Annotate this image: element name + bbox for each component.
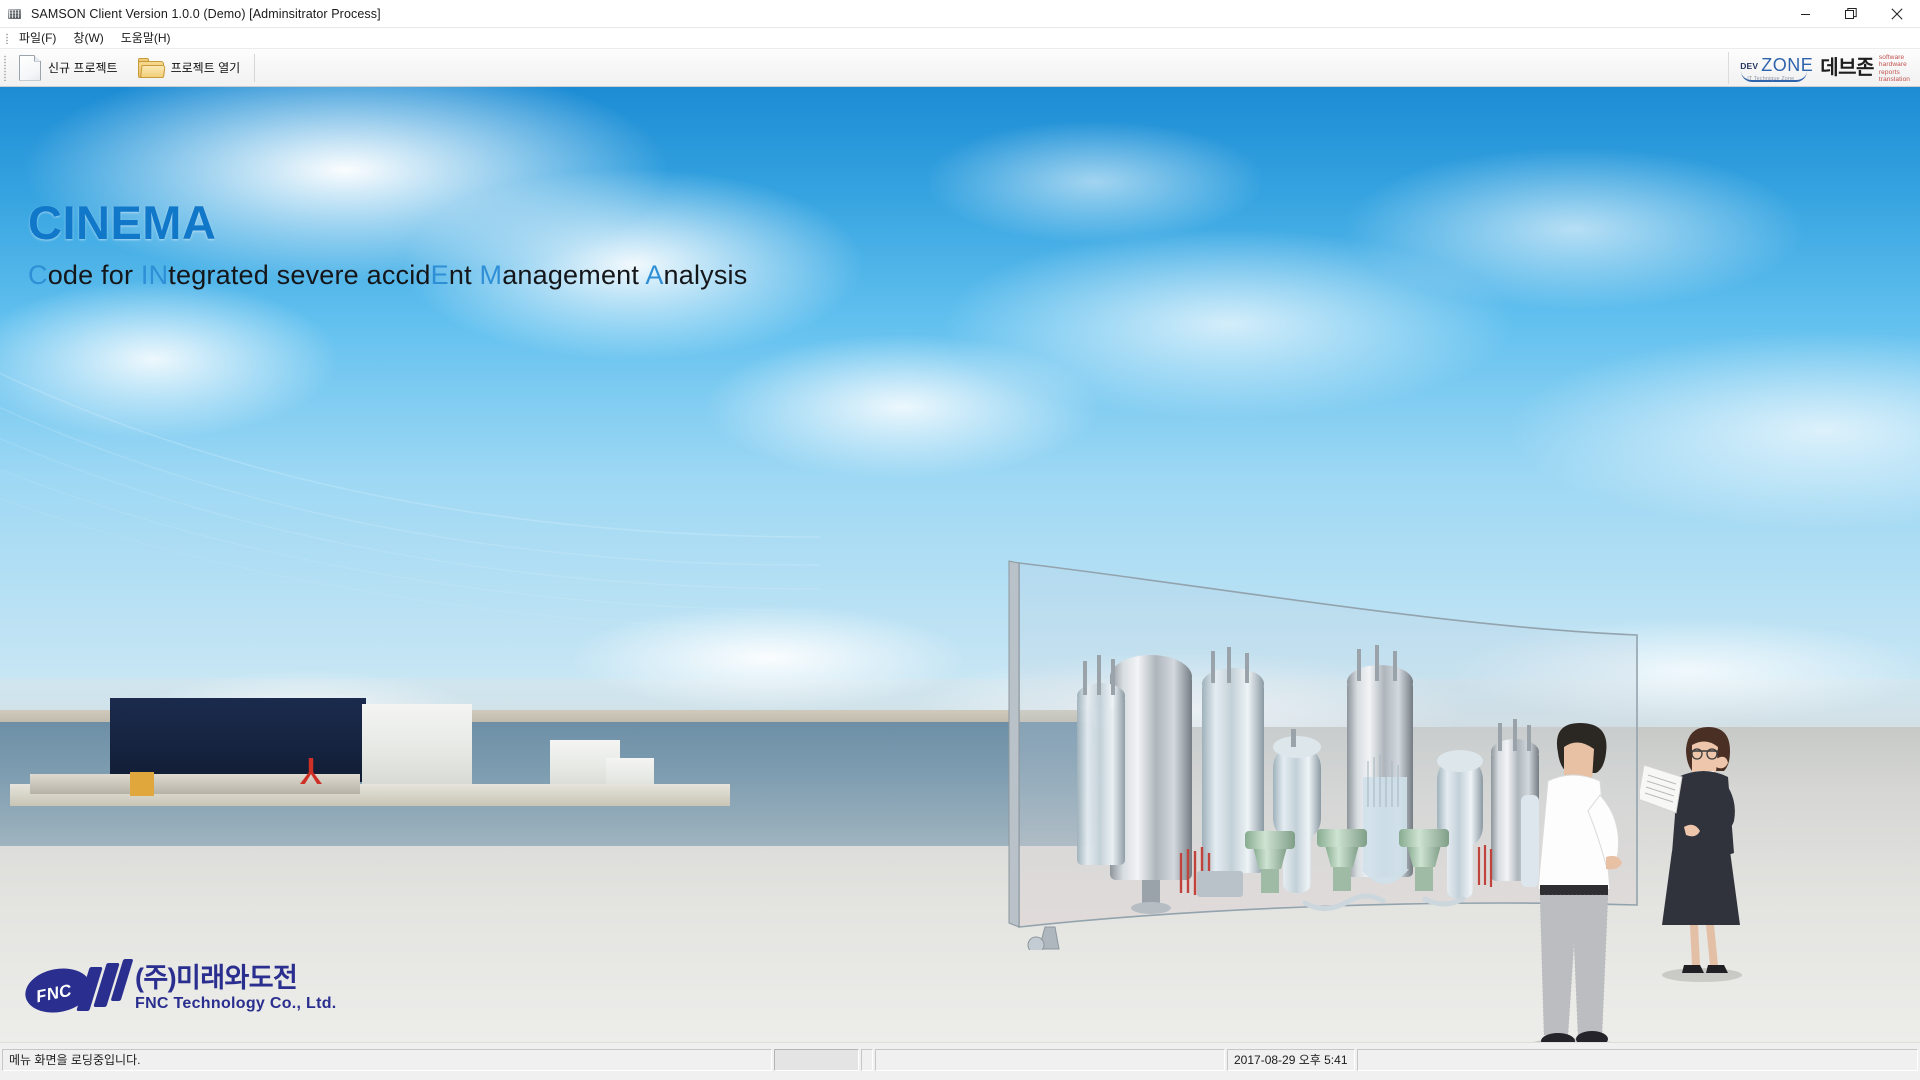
menu-help[interactable]: 도움말(H) <box>113 28 180 49</box>
leg <box>1690 925 1700 965</box>
toolbar-grip-icon[interactable] <box>0 49 9 87</box>
auxiliary-building <box>362 704 472 784</box>
company-name-block: (주)미래와도전 FNC Technology Co., Ltd. <box>135 963 337 1013</box>
subtitle-text: ode for <box>47 260 141 290</box>
service-structures <box>30 774 360 794</box>
skirt <box>1662 851 1740 925</box>
hand <box>1606 855 1622 870</box>
devzone-mark-icon: DEV ZONE IT Technique Zone <box>1739 54 1815 82</box>
brand-heading: CINEMA Code for INtegrated severe accidE… <box>28 197 747 292</box>
menu-bar: 파일(F) 창(W) 도움말(H) <box>0 28 1920 49</box>
status-timestamp: 2017-08-29 오후 5:41 <box>1227 1048 1355 1071</box>
subtitle-accent: C <box>28 260 48 290</box>
devzone-dev-text: DEV <box>1740 61 1759 71</box>
close-button[interactable] <box>1874 0 1920 28</box>
engineer-male-figure <box>1533 723 1622 1042</box>
yellow-tank <box>130 772 154 796</box>
open-project-button[interactable]: 프로젝트 열기 <box>128 52 251 84</box>
window-title: SAMSON Client Version 1.0.0 (Demo) [Admi… <box>31 6 381 21</box>
trousers <box>1540 895 1608 1035</box>
page-title: CINEMA <box>28 196 217 249</box>
devzone-tag: reports <box>1878 68 1900 76</box>
application-icon <box>7 6 23 22</box>
subtitle-accent: M <box>479 260 503 290</box>
window-titlebar: SAMSON Client Version 1.0.0 (Demo) [Admi… <box>0 0 1920 28</box>
documents <box>1640 764 1683 814</box>
folder-icon <box>137 57 166 79</box>
company-logo: FNC (주)미래와도전 FNC Technology Co., Ltd. <box>21 959 337 1018</box>
new-project-button[interactable]: 신규 프로젝트 <box>9 52 128 84</box>
subtitle-text: nalysis <box>663 260 748 290</box>
devzone-tag: hardware <box>1878 61 1907 69</box>
devzone-tagline: IT Technique Zone <box>1747 76 1795 82</box>
toolbar: 신규 프로젝트 프로젝트 열기 DEV ZONE IT Technique Zo… <box>0 49 1920 87</box>
devzone-tag: translation <box>1878 75 1910 83</box>
status-message: 메뉴 화면을 로딩중입니다. <box>2 1048 772 1071</box>
open-project-label: 프로젝트 열기 <box>170 61 241 75</box>
nuclear-plant-photo <box>10 632 730 822</box>
menubar-grip-icon[interactable] <box>2 28 11 49</box>
status-spacer <box>861 1048 873 1071</box>
company-name-korean: (주)미래와도전 <box>135 963 298 993</box>
splash-screen: CINEMA Code for INtegrated severe accidE… <box>0 87 1920 1042</box>
menu-window[interactable]: 창(W) <box>65 28 112 49</box>
status-panel <box>875 1048 1225 1071</box>
status-bar: 메뉴 화면을 로딩중입니다. 2017-08-29 오후 5:41 <box>0 1042 1920 1076</box>
subtitle-text: nt <box>448 260 480 290</box>
minimize-button[interactable] <box>1782 0 1828 28</box>
new-project-label: 신규 프로젝트 <box>48 61 118 75</box>
fnc-mark-icon: FNC <box>21 959 134 1018</box>
subtitle-accent: A <box>645 260 664 290</box>
toolbar-separator <box>254 53 256 82</box>
maximize-restore-button[interactable] <box>1828 0 1874 28</box>
turbine-building <box>110 698 366 782</box>
subtitle-accent: E <box>430 260 449 290</box>
subtitle-text: anagement <box>502 260 646 290</box>
company-name-english: FNC Technology Co., Ltd. <box>135 995 337 1012</box>
status-progress-bar <box>774 1048 859 1071</box>
belt <box>1540 885 1608 895</box>
window-controls <box>1782 0 1920 28</box>
subtitle-text: tegrated severe accid <box>168 260 431 290</box>
menu-file[interactable]: 파일(F) <box>11 28 65 49</box>
devzone-logo: DEV ZONE IT Technique Zone 데브존 software … <box>1728 52 1910 84</box>
subtitle-accent: IN <box>140 260 169 290</box>
shoe <box>1706 965 1728 973</box>
brand-subtitle: Code for INtegrated severe accidEnt Mana… <box>28 258 747 292</box>
instrument-box <box>1197 871 1243 897</box>
status-tail-panel <box>1356 1048 1918 1071</box>
page-icon <box>19 54 41 81</box>
engineer-female-figure <box>1640 727 1742 982</box>
leg <box>1706 925 1718 965</box>
devzone-tag: software <box>1878 54 1905 62</box>
devzone-korean-name: 데브존 <box>1820 57 1874 79</box>
shoe <box>1682 965 1704 973</box>
devzone-tag-list: software hardware reports translation <box>1879 53 1910 83</box>
